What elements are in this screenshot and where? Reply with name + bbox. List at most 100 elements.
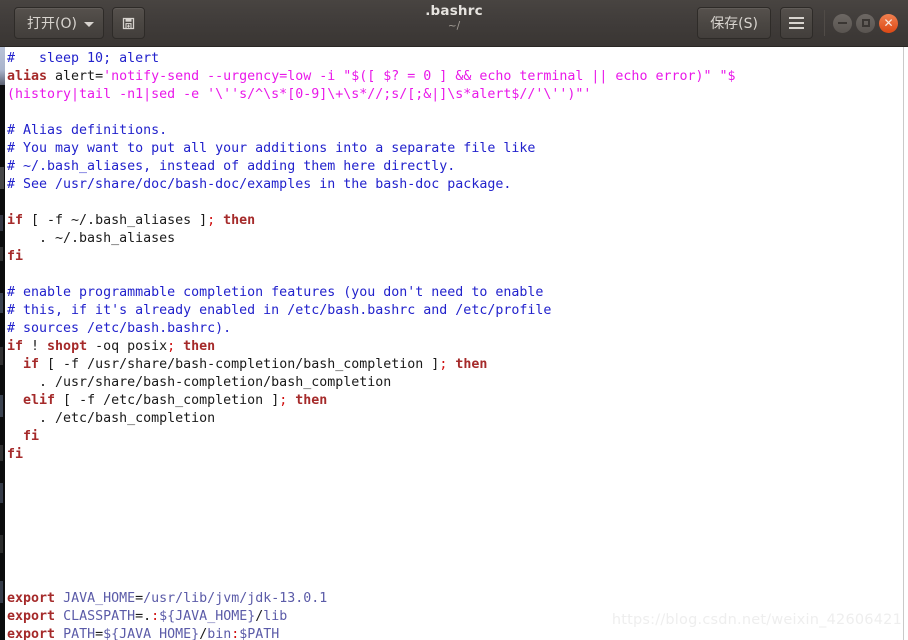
text-editor-area[interactable]: # sleep 10; alert alias alert='notify-sen… (0, 47, 908, 640)
code-line: # See /usr/share/doc/bash-doc/examples i… (7, 176, 736, 194)
titlebar-right-controls: 保存(S) ✕ (697, 7, 908, 39)
code-token-plain: -oq posix (87, 339, 168, 354)
code-token-punct: ; (207, 213, 216, 228)
code-token-comment: # See /usr/share/doc/bash-doc/examples i… (7, 177, 512, 192)
code-token-kw: if (7, 213, 24, 228)
minimize-icon (838, 22, 847, 24)
code-token-op: = (95, 627, 104, 640)
code-token-op: / (199, 627, 208, 640)
new-document-button[interactable] (111, 7, 145, 39)
menu-button[interactable] (780, 7, 813, 39)
code-token-comment: # sleep 10; alert (7, 51, 160, 66)
code-line: . /usr/share/bash-completion/bash_comple… (7, 374, 736, 392)
code-token-kw: export (7, 591, 56, 606)
code-line: fi (7, 446, 736, 464)
watermark-text: https://blog.csdn.net/weixin_42606421 (611, 612, 902, 628)
code-token-comment: # this, if it's already enabled in /etc/… (7, 303, 552, 318)
code-line: if [ -f /usr/share/bash-completion/bash_… (7, 356, 736, 374)
code-token-var: ${JAVA_HOME} (159, 609, 256, 624)
desktop-launcher-glints (0, 167, 4, 603)
code-token-kw: if (23, 357, 40, 372)
code-content[interactable]: # sleep 10; alert alias alert='notify-sen… (0, 47, 736, 640)
minimize-button[interactable] (833, 13, 852, 33)
code-token-comment: # sources /etc/bash.bashrc). (7, 321, 232, 336)
code-token-var: /usr/lib/jvm/jdk-13.0.1 (143, 591, 328, 606)
close-button[interactable]: ✕ (879, 13, 898, 33)
new-document-icon (120, 15, 137, 32)
code-line: (history|tail -n1|sed -e '\''s/^\s*[0-9]… (7, 86, 736, 104)
code-token-var: CLASSPATH (63, 609, 136, 624)
maximize-icon (861, 19, 870, 27)
hamburger-menu-icon (789, 17, 804, 29)
code-line: # sleep 10; alert (7, 50, 736, 68)
code-token-kw: then (287, 393, 328, 408)
code-line: fi (7, 248, 736, 266)
code-token-comment: # ~/.bash_aliases, instead of adding the… (7, 159, 456, 174)
code-token-plain: ! (23, 339, 48, 354)
code-line: fi (7, 428, 736, 446)
scrollbar-trough[interactable] (903, 47, 908, 640)
code-token-comment: # enable programmable completion feature… (7, 285, 544, 300)
code-line: export PATH=${JAVA_HOME}/bin:$PATH (7, 626, 736, 640)
open-button[interactable]: 打开(O) (14, 7, 104, 39)
code-token-kw: elif (23, 393, 56, 408)
code-token-comment: # You may want to put all your additions… (7, 141, 536, 156)
code-token-var: ${JAVA_HOME} (103, 627, 200, 640)
code-line: # You may want to put all your additions… (7, 140, 736, 158)
titlebar-left-controls: 打开(O) (0, 7, 145, 39)
code-token-kw: alias (7, 69, 48, 84)
code-token-var: JAVA_HOME (63, 591, 136, 606)
code-token-kw: fi (7, 249, 24, 264)
code-token-kw: if (7, 339, 24, 354)
chevron-down-icon (83, 21, 94, 27)
code-token-plain: [ -f /usr/share/bash-completion/bash_com… (39, 357, 440, 372)
code-line: # sources /etc/bash.bashrc). (7, 320, 736, 338)
save-button[interactable]: 保存(S) (697, 7, 771, 39)
code-token-var: bin (207, 627, 232, 640)
code-token-plain: [ -f /etc/bash_completion ] (55, 393, 280, 408)
code-token-plain: . ~/.bash_aliases (7, 231, 176, 246)
code-token-var: $PATH (239, 627, 280, 640)
code-token-kw: then (175, 339, 216, 354)
code-line: . ~/.bash_aliases (7, 230, 736, 248)
code-line: alias alert='notify-send --urgency=low -… (7, 68, 736, 86)
code-token-op: = (135, 591, 144, 606)
code-token-kw: fi (7, 447, 24, 462)
code-token-op: =. (135, 609, 152, 624)
gedit-window: 打开(O) .bashrc ~/ 保存(S) ✕ # sleep 10; ale… (0, 0, 908, 640)
code-token-punct: ; (167, 339, 176, 354)
code-line: . /etc/bash_completion (7, 410, 736, 428)
code-token-plain: [ -f ~/.bash_aliases ] (23, 213, 208, 228)
window-buttons: ✕ (824, 10, 898, 36)
code-token-builtin: shopt (47, 339, 88, 354)
code-token-kw: then (215, 213, 256, 228)
code-line: # ~/.bash_aliases, instead of adding the… (7, 158, 736, 176)
open-button-label: 打开(O) (27, 16, 77, 32)
code-token-var: PATH (63, 627, 96, 640)
titlebar: 打开(O) .bashrc ~/ 保存(S) ✕ (0, 0, 908, 47)
code-token-plain: alert= (47, 69, 104, 84)
code-line: export JAVA_HOME=/usr/lib/jvm/jdk-13.0.1 (7, 590, 736, 608)
code-token-comment: # Alias definitions. (7, 123, 168, 138)
code-token-str: 'notify-send --urgency=low -i "$([ $? = … (103, 69, 736, 84)
code-token-kw: then (447, 357, 488, 372)
code-line: if ! shopt -oq posix; then (7, 338, 736, 356)
code-token-kw: export (7, 609, 56, 624)
code-line: # this, if it's already enabled in /etc/… (7, 302, 736, 320)
maximize-button[interactable] (856, 13, 875, 33)
